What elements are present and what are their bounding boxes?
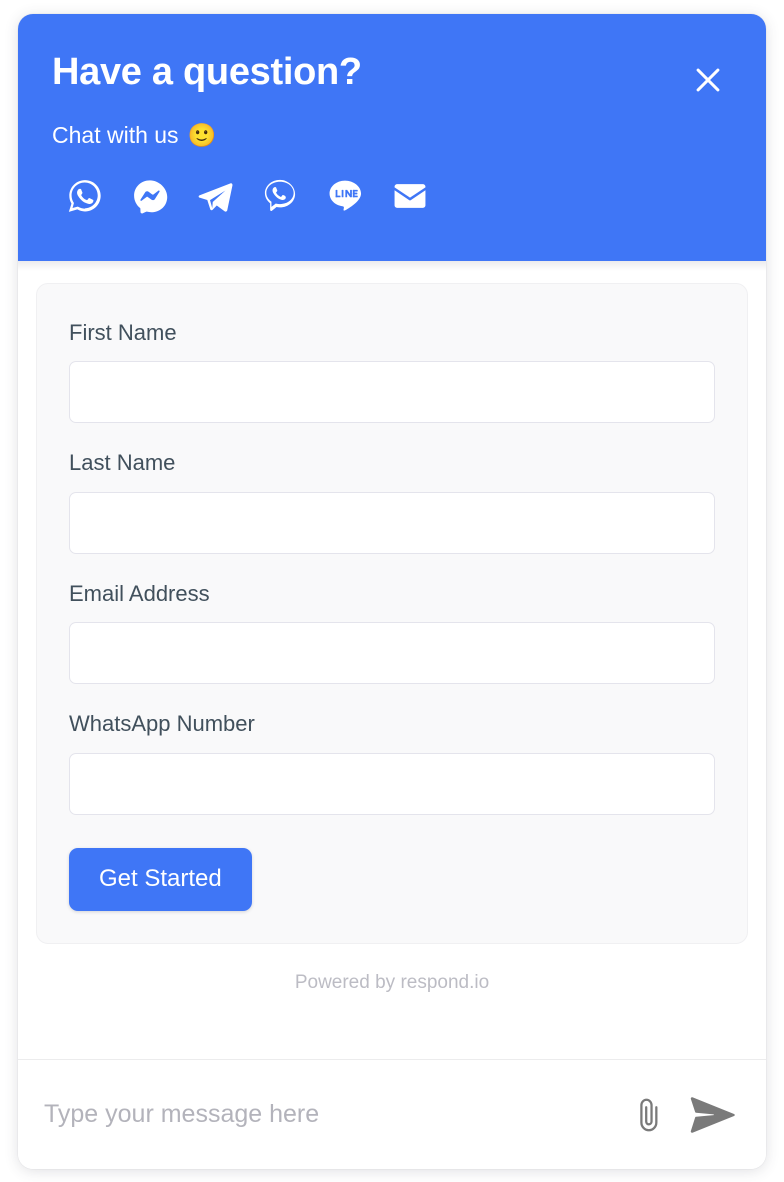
field-label-email-address: Email Address [69, 580, 210, 606]
header-subtitle: Chat with us 🙂 [52, 122, 732, 149]
email-address-input[interactable] [69, 622, 715, 685]
viber-icon[interactable] [261, 177, 299, 215]
field-label-first-name: First Name [69, 320, 177, 345]
chat-widget: Have a question? Chat with us 🙂 First Na… [18, 14, 766, 1169]
telegram-icon[interactable] [196, 177, 234, 215]
email-icon[interactable] [391, 177, 429, 215]
field-last-name: Last Name [69, 450, 715, 554]
field-email-address: Email Address [69, 580, 715, 685]
paperclip-icon[interactable] [632, 1095, 666, 1135]
header-subtitle-text: Chat with us [52, 121, 179, 148]
field-whatsapp-number: WhatsApp Number [69, 711, 715, 815]
last-name-input[interactable] [69, 491, 715, 554]
whatsapp-icon[interactable] [66, 177, 104, 215]
message-composer [18, 1059, 766, 1169]
message-input[interactable] [40, 1100, 614, 1129]
channel-list [52, 177, 732, 215]
send-icon[interactable] [690, 1095, 736, 1135]
get-started-button[interactable]: Get Started [69, 847, 252, 911]
close-icon[interactable] [688, 60, 728, 100]
powered-by-label: Powered by respond.io [294, 971, 490, 993]
messenger-icon[interactable] [131, 177, 169, 215]
slightly-smiling-face-emoji: 🙂 [187, 121, 217, 148]
page-title: Have a question? [52, 51, 362, 93]
first-name-input[interactable] [69, 361, 715, 424]
field-label-last-name: Last Name [69, 450, 176, 476]
prechat-form: First Name Last Name Email Address Whats… [36, 283, 748, 944]
whatsapp-number-input[interactable] [69, 752, 715, 815]
widget-header: Have a question? Chat with us 🙂 [18, 14, 766, 261]
field-label-whatsapp-number: WhatsApp Number [69, 711, 255, 737]
field-first-name: First Name [69, 320, 715, 424]
line-icon[interactable] [326, 177, 364, 215]
widget-body: First Name Last Name Email Address Whats… [18, 261, 766, 1059]
